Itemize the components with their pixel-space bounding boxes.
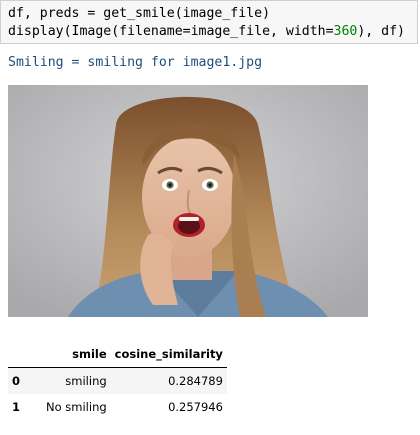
code-width-number: 360: [333, 24, 358, 39]
code-line-1: df, preds = get_smile(image_file): [8, 6, 271, 21]
code-line-2-suffix: ), df): [357, 24, 405, 39]
portrait-image: [8, 85, 368, 317]
column-header-cosine-similarity: cosine_similarity: [110, 341, 227, 368]
dataframe-table: smile cosine_similarity 0 smiling 0.2847…: [8, 341, 227, 420]
output-text: Smiling = smiling for image1.jpg: [8, 55, 263, 70]
cell-cosine-similarity: 0.284789: [168, 374, 223, 388]
cell-cosine-similarity: 0.257946: [168, 400, 223, 414]
code-cell[interactable]: df, preds = get_smile(image_file) displa…: [0, 0, 418, 44]
row-index: 1: [12, 400, 21, 414]
cell-smile: smiling: [65, 374, 107, 388]
row-index: 0: [12, 374, 21, 388]
index-header: [8, 341, 42, 368]
column-header-smile: smile: [42, 341, 111, 368]
table-header-row: smile cosine_similarity: [8, 341, 227, 368]
cell-smile: No smiling: [46, 400, 107, 414]
table-row: 1 No smiling 0.257946: [8, 394, 227, 420]
code-line-2-prefix: display(Image(filename=image_file, width…: [8, 24, 334, 39]
table-row: 0 smiling 0.284789: [8, 367, 227, 394]
